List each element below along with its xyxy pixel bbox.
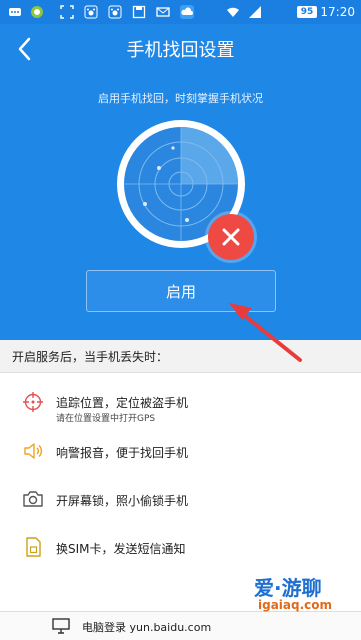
signal-icon xyxy=(249,6,261,18)
sim-icon xyxy=(26,537,41,557)
status-time: 17:20 xyxy=(320,5,355,19)
feature-label: 换SIM卡，发送短信通知 xyxy=(56,542,186,556)
mail-icon xyxy=(156,7,170,17)
desktop-login-link[interactable]: 电脑登录 yun.baidu.com xyxy=(82,619,211,635)
battery-level: 95 xyxy=(300,7,314,17)
list-item: 响警报音，便于找回手机 xyxy=(0,426,361,474)
cloud-icon xyxy=(180,5,194,19)
app-icon xyxy=(31,6,43,18)
watermark-logo: 爱·游聊 igaiaq.com xyxy=(222,572,352,632)
page-subtitle: 启用手机找回，时刻掌握手机状况 xyxy=(98,92,263,105)
paw-icon xyxy=(108,5,122,19)
list-item: 换SIM卡，发送短信通知 xyxy=(0,522,361,570)
section-heading-text: 开启服务后，当手机丢失时： xyxy=(12,350,169,364)
feature-note: 请在位置设置中打开GPS xyxy=(56,414,156,424)
battery-icon: 95 xyxy=(297,6,317,18)
feature-label: 开屏幕锁，照小偷锁手机 xyxy=(56,494,189,508)
feature-label: 响警报音，便于找回手机 xyxy=(56,446,189,460)
close-badge[interactable] xyxy=(208,214,254,260)
save-icon xyxy=(132,5,146,19)
paw-icon xyxy=(84,5,98,19)
speaker-icon xyxy=(24,443,43,459)
section-heading: 开启服务后，当手机丢失时： xyxy=(0,340,361,373)
close-icon xyxy=(222,228,240,246)
computer-icon xyxy=(52,618,70,634)
status-bar: 95 17:20 xyxy=(0,0,361,24)
scan-icon xyxy=(60,5,74,19)
page-title: 手机找回设置 xyxy=(126,40,235,61)
crosshair-icon xyxy=(23,392,43,412)
watermark-url: igaiaq.com xyxy=(258,598,333,612)
enable-button[interactable]: 启用 xyxy=(86,270,276,312)
list-item: 开屏幕锁，照小偷锁手机 xyxy=(0,474,361,522)
feature-label: 追踪位置，定位被盗手机 xyxy=(56,396,189,410)
list-item: 追踪位置，定位被盗手机 请在位置设置中打开GPS xyxy=(0,378,361,426)
hero-panel: 手机找回设置 启用手机找回，时刻掌握手机状况 启用 xyxy=(0,24,361,340)
camera-icon xyxy=(23,491,43,507)
watermark-title: 爱·游聊 xyxy=(254,576,322,600)
notification-icon xyxy=(9,8,21,16)
wifi-icon xyxy=(227,7,239,17)
